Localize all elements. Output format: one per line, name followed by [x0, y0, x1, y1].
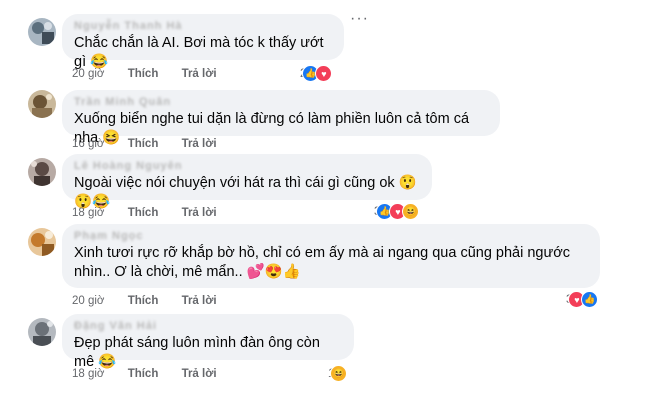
avatar[interactable] — [28, 228, 56, 256]
comment-meta: 18 giờ Thích Trả lời — [72, 368, 237, 380]
comment-bubble: Nguyễn Thanh Hà Chắc chắn là AI. Bơi mà … — [62, 14, 344, 70]
comment-text: Đẹp phát sáng luôn mình đàn ông còn mê 😂 — [74, 335, 320, 370]
reply-button[interactable]: Trả lời — [182, 207, 217, 219]
timestamp[interactable]: 18 giờ — [72, 207, 104, 219]
comment-bubble: Phạm Ngọc Xinh tươi rực rỡ khắp bờ hồ, c… — [62, 224, 600, 288]
reply-button[interactable]: Trả lời — [182, 68, 217, 80]
comment-text: Xinh tươi rực rỡ khắp bờ hồ, chỉ có em ấ… — [74, 245, 570, 280]
timestamp[interactable]: 20 giờ — [72, 68, 104, 80]
avatar[interactable] — [28, 158, 56, 186]
comment-meta: 20 giờ Thích Trả lời — [72, 68, 237, 80]
avatar[interactable] — [28, 18, 56, 46]
avatar[interactable] — [28, 318, 56, 346]
commenter-name[interactable]: Nguyễn Thanh Hà — [74, 20, 332, 32]
commenter-name[interactable]: Lê Hoàng Nguyên — [74, 160, 420, 172]
reply-button[interactable]: Trả lời — [182, 138, 217, 150]
reaction-summary[interactable]: 3 👍 ♥ 😆 — [374, 203, 420, 220]
reaction-summary[interactable]: 1 😆 — [328, 365, 348, 382]
reply-button[interactable]: Trả lời — [182, 368, 217, 380]
haha-icon: 😆 — [402, 203, 420, 220]
comment-meta: 18 giờ Thích Trả lời — [72, 207, 237, 219]
reaction-summary[interactable]: 2 👍 ♥ — [300, 65, 333, 82]
commenter-name[interactable]: Trần Minh Quân — [74, 96, 488, 108]
like-icon: 👍 — [581, 291, 599, 308]
commenter-name[interactable]: Đặng Văn Hải — [74, 320, 342, 332]
avatar[interactable] — [28, 90, 56, 118]
comment-meta: 20 giờ Thích Trả lời — [72, 295, 237, 307]
like-button[interactable]: Thích — [128, 295, 159, 307]
timestamp[interactable]: 16 giờ — [72, 138, 104, 150]
timestamp[interactable]: 20 giờ — [72, 295, 104, 307]
more-options-icon[interactable]: ··· — [350, 10, 369, 28]
like-button[interactable]: Thích — [128, 368, 159, 380]
comment-meta: 16 giờ Thích Trả lời — [72, 138, 237, 150]
comment-text: Chắc chắn là AI. Bơi mà tóc k thấy ướt g… — [74, 35, 324, 70]
like-button[interactable]: Thích — [128, 207, 159, 219]
love-icon: ♥ — [315, 65, 333, 82]
comment-bubble: Đặng Văn Hải Đẹp phát sáng luôn mình đàn… — [62, 314, 354, 370]
haha-icon: 😆 — [330, 365, 348, 382]
comment-bubble: Lê Hoàng Nguyên Ngoài việc nói chuyện vớ… — [62, 154, 432, 210]
reaction-summary[interactable]: 3 ♥ 👍 — [566, 291, 599, 308]
reply-button[interactable]: Trả lời — [182, 295, 217, 307]
like-button[interactable]: Thích — [128, 68, 159, 80]
like-button[interactable]: Thích — [128, 138, 159, 150]
commenter-name[interactable]: Phạm Ngọc — [74, 230, 588, 242]
timestamp[interactable]: 18 giờ — [72, 368, 104, 380]
comment-bubble: Trần Minh Quân Xuống biển nghe tui dặn l… — [62, 90, 500, 146]
